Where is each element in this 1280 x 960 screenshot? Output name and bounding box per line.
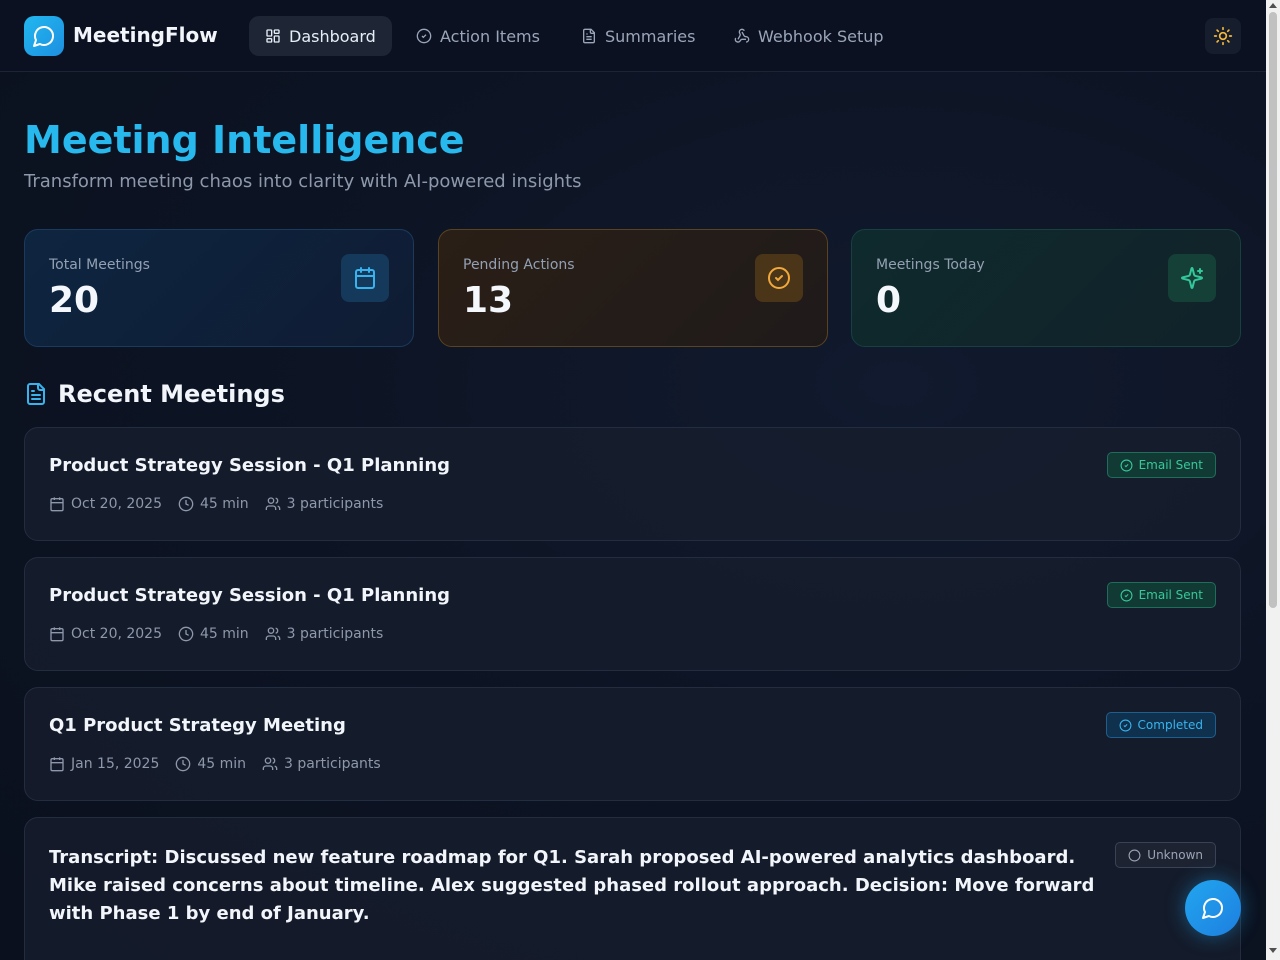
nav-webhook-setup-label: Webhook Setup [758,26,884,46]
status-badge: Email Sent [1106,582,1216,608]
status-badge: Unknown [1115,842,1216,868]
recent-meetings-header: Recent Meetings [24,380,285,408]
meeting-date: Jan 15, 2025 [49,756,159,772]
nav-dashboard-label: Dashboard [289,26,376,46]
check-circle-icon [1120,589,1133,601]
meeting-duration-text: 45 min [200,626,249,642]
status-badge-text: Unknown [1147,848,1203,862]
stat-value: 13 [463,280,514,321]
meeting-duration: 45 min [178,496,249,512]
stat-card-total-meetings: Total Meetings 20 [24,229,414,347]
chat-bubble-icon [1202,898,1223,919]
stat-card-pending-actions: Pending Actions 13 [438,229,828,347]
meeting-date: Oct 20, 2025 [49,626,162,642]
scroll-down-arrow[interactable] [1269,948,1277,953]
chat-fab-button[interactable] [1185,880,1241,936]
logo[interactable] [24,16,64,56]
nav-webhook-setup[interactable]: Webhook Setup [718,16,900,56]
scrollbar-thumb[interactable] [1269,12,1277,608]
page-subtitle: Transform meeting chaos into clarity wit… [24,171,582,192]
clock-icon [178,496,194,512]
status-badge-text: Completed [1137,718,1203,732]
section-title: Recent Meetings [58,380,285,408]
meeting-participants-text: 3 participants [286,496,384,512]
page-title: Meeting Intelligence [24,118,465,162]
meeting-card[interactable]: Product Strategy Session - Q1 Planning O… [24,427,1241,541]
meeting-date: Oct 20, 2025 [49,496,162,512]
meeting-meta: Jan 15, 2025 45 min 3 participants [49,756,381,772]
meeting-card[interactable]: Q1 Product Strategy Meeting Jan 15, 2025… [24,687,1241,801]
meeting-meta: Oct 20, 2025 45 min 3 participants [49,496,383,512]
nav-summaries-label: Summaries [605,26,696,46]
meeting-duration-text: 45 min [197,756,247,772]
stat-label: Meetings Today [876,257,985,273]
sun-icon [1213,26,1233,46]
meeting-title: Transcript: Discussed new feature roadma… [49,847,1095,924]
clock-icon [176,756,191,772]
status-badge: Email Sent [1106,452,1216,478]
brand-name[interactable]: MeetingFlow [73,23,218,47]
meeting-participants-text: 3 participants [284,756,381,772]
users-icon [265,497,281,510]
status-badge: Completed [1105,712,1216,738]
users-icon [265,627,281,640]
meeting-participants: 3 participants [262,756,381,772]
stat-card-meetings-today: Meetings Today 0 [851,229,1241,347]
stat-value: 0 [876,280,902,321]
meeting-date-text: Oct 20, 2025 [71,626,162,642]
check-circle-icon [416,28,432,44]
theme-toggle-button[interactable] [1205,18,1241,54]
status-badge-text: Email Sent [1138,588,1203,602]
clock-icon [178,626,194,642]
circle-icon [1128,849,1141,861]
page-scrollbar[interactable] [1266,0,1280,960]
meeting-participants-text: 3 participants [286,626,384,642]
meeting-meta: Oct 20, 2025 45 min 3 participants [49,626,383,642]
check-circle-icon [1120,459,1133,471]
document-icon [583,28,595,44]
meeting-card[interactable]: Transcript: Discussed new feature roadma… [24,817,1241,960]
meeting-title: Product Strategy Session - Q1 Planning [49,455,451,476]
nav-action-items-label: Action Items [440,26,540,46]
stat-label: Pending Actions [463,257,575,273]
webhook-icon [734,28,750,43]
meeting-duration: 45 min [175,756,246,772]
scroll-up-arrow[interactable] [1269,3,1277,8]
meeting-date-text: Jan 15, 2025 [71,756,160,772]
chat-bubble-icon [33,26,54,47]
stat-value: 20 [49,280,100,321]
calendar-icon [50,757,64,772]
check-circle-icon [1119,719,1132,731]
meeting-date-text: Oct 20, 2025 [71,496,162,512]
meeting-card[interactable]: Product Strategy Session - Q1 Planning O… [24,557,1241,671]
meeting-participants: 3 participants [265,496,384,512]
sparkles-icon [1168,254,1216,302]
nav-summaries[interactable]: Summaries [565,16,711,56]
meeting-participants: 3 participants [265,626,384,642]
users-icon [262,757,278,770]
calendar-icon [341,254,389,302]
check-circle-icon [755,254,803,302]
meeting-duration: 45 min [178,626,249,642]
calendar-icon [50,627,64,642]
top-navbar: MeetingFlow Dashboard Action Items Summa… [0,0,1266,72]
nav-action-items[interactable]: Action Items [400,16,556,56]
stat-label: Total Meetings [49,257,150,273]
calendar-icon [50,497,64,512]
meeting-title: Q1 Product Strategy Meeting [49,715,346,736]
meeting-duration-text: 45 min [200,496,249,512]
status-badge-text: Email Sent [1138,458,1203,472]
meeting-title: Product Strategy Session - Q1 Planning [49,585,451,606]
nav-dashboard[interactable]: Dashboard [249,16,392,56]
dashboard-grid-icon [266,29,280,43]
document-icon [27,383,45,405]
